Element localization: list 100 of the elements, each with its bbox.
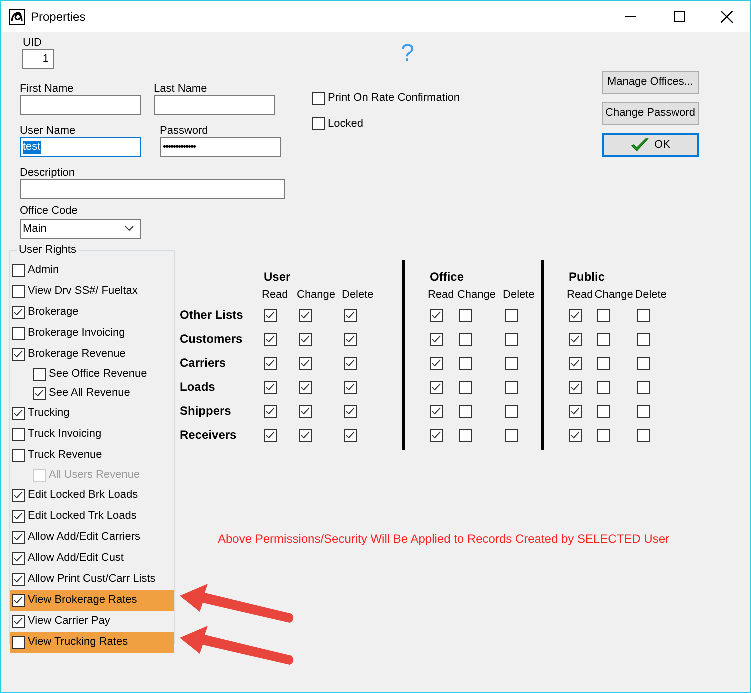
checkbox[interactable] — [12, 407, 25, 420]
checkbox[interactable] — [637, 429, 650, 442]
checkbox[interactable] — [569, 381, 582, 394]
checkbox[interactable] — [430, 381, 443, 394]
checkbox[interactable] — [459, 429, 472, 442]
checkbox[interactable] — [12, 489, 25, 502]
checkbox[interactable] — [12, 531, 25, 544]
checkbox[interactable] — [12, 573, 25, 586]
checkbox[interactable] — [569, 357, 582, 370]
checkbox[interactable] — [344, 405, 357, 418]
dropdown[interactable]: Main — [20, 219, 141, 239]
checkbox[interactable] — [299, 429, 312, 442]
input-field[interactable] — [20, 179, 285, 199]
checkbox-label: Allow Add/Edit Carriers — [28, 530, 140, 546]
checkbox[interactable] — [505, 357, 518, 370]
checkbox[interactable] — [459, 381, 472, 394]
checkbox[interactable] — [264, 429, 277, 442]
checkbox[interactable] — [299, 309, 312, 322]
checkbox[interactable] — [569, 333, 582, 346]
checkbox[interactable] — [12, 510, 25, 523]
checkbox[interactable] — [299, 333, 312, 346]
checkbox[interactable] — [459, 333, 472, 346]
window-title: Properties — [31, 8, 86, 26]
checkbox-label: Truck Invoicing — [28, 427, 102, 442]
checkbox[interactable] — [12, 594, 25, 607]
checkbox[interactable] — [459, 309, 472, 322]
checkbox[interactable] — [264, 357, 277, 370]
checkbox[interactable] — [430, 429, 443, 442]
checkbox[interactable] — [312, 92, 325, 105]
checkbox[interactable] — [505, 429, 518, 442]
checkbox[interactable] — [430, 333, 443, 346]
checkbox[interactable] — [264, 333, 277, 346]
maximize-icon[interactable] — [674, 11, 685, 22]
checkbox[interactable] — [596, 381, 610, 394]
checkbox[interactable] — [430, 405, 443, 418]
checkbox[interactable] — [344, 429, 357, 442]
checkbox[interactable] — [596, 333, 610, 346]
input-field[interactable] — [154, 95, 275, 115]
checkbox[interactable] — [12, 264, 25, 277]
checkbox[interactable] — [12, 327, 25, 340]
checkbox[interactable] — [12, 449, 25, 462]
checkbox[interactable] — [344, 357, 357, 370]
checkbox[interactable] — [12, 428, 25, 441]
checkbox-label: View Drv SS#/ Fueltax — [28, 284, 138, 300]
checkbox-label: View Trucking Rates — [28, 635, 128, 650]
checkbox[interactable] — [264, 309, 277, 322]
checkbox[interactable] — [596, 429, 610, 442]
input-field[interactable]: test — [20, 137, 141, 157]
checkmark-icon — [630, 138, 649, 152]
checkbox[interactable] — [344, 381, 357, 394]
column-header: Read — [262, 288, 288, 303]
input-field[interactable] — [20, 95, 141, 115]
checkbox[interactable] — [459, 357, 472, 370]
checkbox[interactable] — [596, 405, 610, 418]
warning-text: Above Permissions/Security Will Be Applied to Records Created by SELECTED User — [218, 531, 671, 548]
checkbox[interactable] — [637, 381, 650, 394]
input-field[interactable]: ••••••••••••• — [160, 137, 281, 157]
checkbox[interactable] — [596, 357, 610, 370]
checkbox[interactable] — [12, 636, 25, 649]
checkbox[interactable] — [264, 381, 277, 394]
checkbox[interactable] — [430, 357, 443, 370]
checkbox[interactable] — [33, 368, 46, 381]
checkbox[interactable] — [637, 357, 650, 370]
checkbox[interactable] — [596, 309, 610, 322]
checkbox[interactable] — [312, 117, 325, 130]
checkbox[interactable] — [569, 429, 582, 442]
checkbox[interactable] — [637, 405, 650, 418]
checkbox[interactable] — [505, 381, 518, 394]
checkbox[interactable] — [637, 333, 650, 346]
field-label: Description — [20, 167, 76, 179]
checkbox[interactable] — [12, 552, 25, 565]
checkbox[interactable] — [505, 309, 518, 322]
dialog-button[interactable]: Change Password — [602, 102, 699, 125]
checkbox[interactable] — [344, 333, 357, 346]
checkbox-label: All Users Revenue — [49, 468, 140, 484]
checkbox[interactable] — [459, 405, 472, 418]
checkbox-label: View Carrier Pay — [28, 614, 110, 630]
dialog-button[interactable]: OK — [602, 133, 699, 157]
checkbox[interactable] — [637, 309, 650, 322]
checkbox[interactable] — [430, 309, 443, 322]
checkbox[interactable] — [569, 405, 582, 418]
checkbox[interactable] — [299, 405, 312, 418]
checkbox-label: Admin — [28, 263, 60, 278]
close-icon[interactable] — [721, 10, 733, 22]
checkbox[interactable] — [299, 357, 312, 370]
dialog-button[interactable]: Manage Offices... — [602, 71, 699, 94]
checkbox[interactable] — [12, 615, 25, 628]
checkbox-label: Brokerage — [28, 305, 79, 320]
checkbox[interactable] — [299, 381, 312, 394]
checkbox[interactable] — [12, 348, 25, 361]
checkbox[interactable] — [264, 405, 277, 418]
checkbox[interactable] — [12, 306, 25, 319]
checkbox[interactable] — [12, 285, 25, 298]
checkbox[interactable] — [505, 405, 518, 418]
group-title: User Rights — [17, 244, 78, 256]
checkbox[interactable] — [33, 387, 46, 400]
checkbox[interactable] — [569, 309, 582, 322]
uid-field: 1 — [22, 49, 54, 69]
checkbox[interactable] — [344, 309, 357, 322]
checkbox[interactable] — [505, 333, 518, 346]
